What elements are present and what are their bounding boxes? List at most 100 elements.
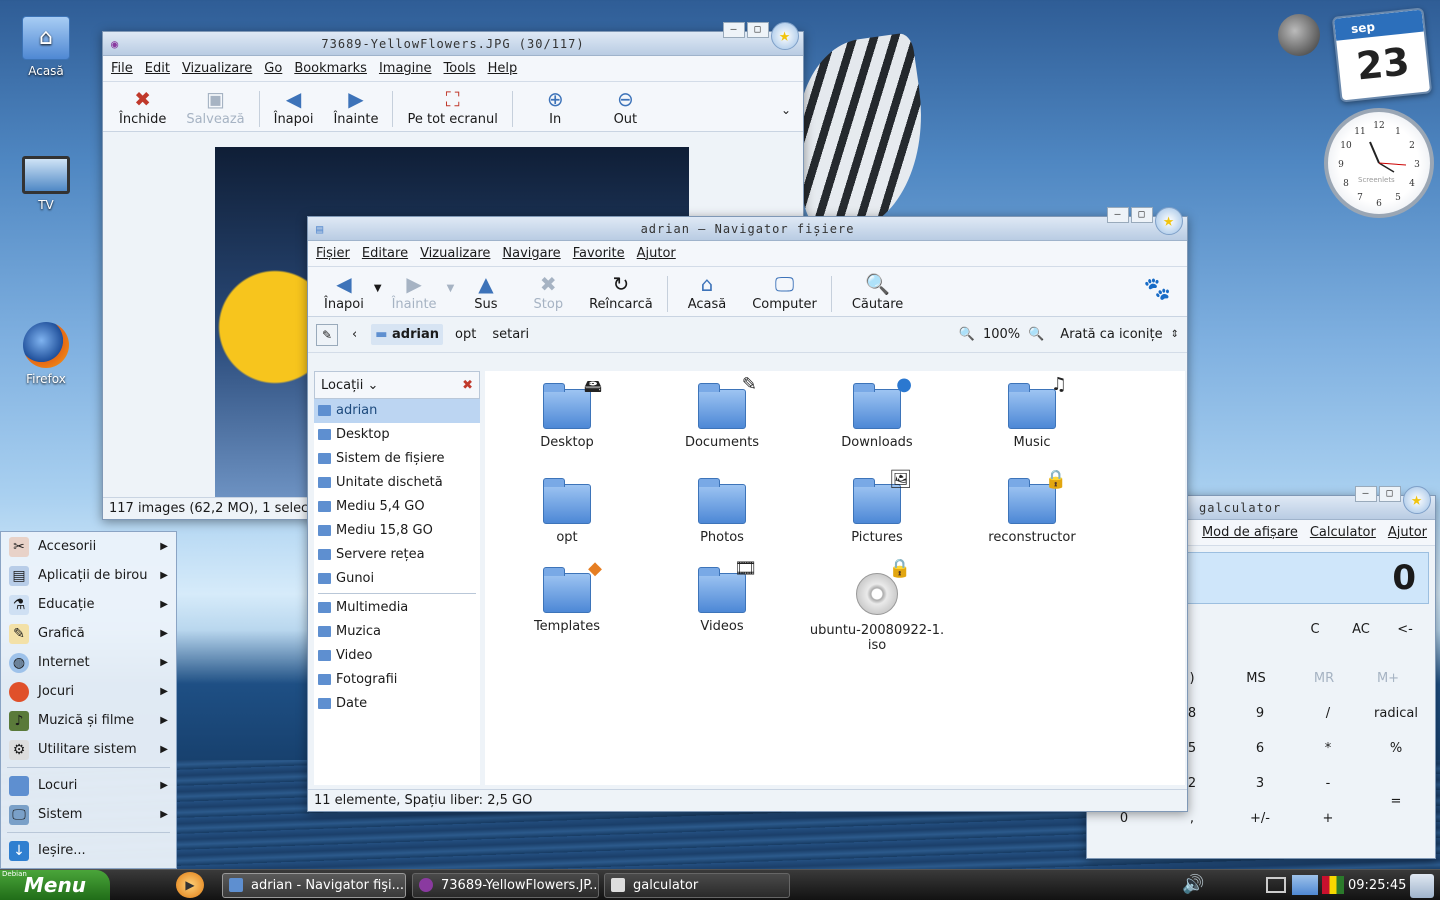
menu-go[interactable]: Go (264, 61, 282, 76)
breadcrumb-opt[interactable]: opt (451, 324, 480, 345)
back-button[interactable]: ◀ Înapoi (264, 86, 324, 127)
sidebar-item-floppy[interactable]: Unitate dischetă (314, 471, 480, 495)
zoom-out-icon[interactable]: 🔍 (959, 327, 975, 342)
menu-item-system-tools[interactable]: ⚙ Utilitare sistem ▶ (1, 735, 176, 764)
menu-help[interactable]: Help (488, 61, 518, 76)
network-icon[interactable] (1266, 877, 1286, 893)
save-button[interactable]: ▣ Salvează (176, 86, 254, 127)
backspace-button[interactable]: <- (1374, 616, 1436, 644)
task-calculator[interactable]: galculator (604, 873, 790, 898)
task-file-manager[interactable]: adrian - Navigator fişi... (222, 873, 406, 898)
desktop-icon-home[interactable]: ⌂ Acasă (6, 16, 86, 78)
menu-item-exit[interactable]: ↓ Ieșire... (1, 836, 176, 865)
volume-icon[interactable]: 🔊 (1182, 874, 1204, 895)
task-image-viewer[interactable]: 73689-YellowFlowers.JP... (412, 873, 599, 898)
percent-button[interactable]: % (1365, 735, 1427, 763)
close-star-button[interactable]: ★ (1155, 207, 1183, 235)
sidebar-item-adrian[interactable]: adrian (314, 399, 480, 423)
menu-item-places[interactable]: Locuri ▶ (1, 771, 176, 800)
desktop-icon-tv[interactable]: TV (6, 156, 86, 212)
sidebar-item-media-5[interactable]: Mediu 5,4 GO (314, 495, 480, 519)
multiply-button[interactable]: * (1297, 735, 1359, 763)
search-button[interactable]: 🔍 Căutare (836, 271, 919, 312)
desktop-switch-icon[interactable] (1292, 875, 1318, 895)
menu-display-mode[interactable]: Mod de afișare (1202, 525, 1298, 540)
menu-go[interactable]: Navigare (502, 246, 560, 261)
menu-view[interactable]: Vizualizare (420, 246, 490, 261)
back-history-dropdown[interactable]: ▼ (374, 283, 382, 312)
close-button[interactable]: ✖ Închide (109, 86, 176, 127)
toggle-location-entry-button[interactable]: ✎ (316, 323, 338, 346)
file-item-opt[interactable]: opt (492, 478, 642, 545)
close-star-button[interactable]: ★ (771, 22, 799, 50)
up-button[interactable]: ▲ Sus (454, 271, 517, 312)
view-mode-select[interactable]: Arată ca iconițe (1060, 327, 1162, 342)
plus-button[interactable]: + (1297, 805, 1359, 833)
menu-edit[interactable]: Edit (145, 61, 170, 76)
file-item-documents[interactable]: ✎ Documents (647, 374, 797, 450)
flag-icon[interactable] (1322, 876, 1344, 894)
minimize-button[interactable]: — (723, 22, 745, 38)
forward-history-dropdown[interactable]: ▼ (447, 283, 455, 312)
menu-edit[interactable]: Editare (362, 246, 408, 261)
sidebar-item-desktop[interactable]: Desktop (314, 423, 480, 447)
menu-item-internet[interactable]: ◍ Internet ▶ (1, 648, 176, 677)
menu-file[interactable]: File (111, 61, 133, 76)
sidebar-item-media-15[interactable]: Mediu 15,8 GO (314, 519, 480, 543)
menu-help[interactable]: Ajutor (1388, 525, 1427, 540)
menu-image[interactable]: Imagine (379, 61, 432, 76)
digit-9-button[interactable]: 9 (1229, 700, 1291, 728)
sidebar-item-trash[interactable]: Gunoi (314, 567, 480, 591)
menu-item-accessories[interactable]: ✂ Accesorii ▶ (1, 532, 176, 561)
breadcrumb-setari[interactable]: setari (488, 324, 533, 345)
file-item-pictures[interactable]: 🖼 Pictures (802, 469, 952, 545)
sidebar-item-date[interactable]: Date (314, 692, 480, 716)
sidebar-item-filesystem[interactable]: Sistem de fișiere (314, 447, 480, 471)
forward-button[interactable]: ▶ Înainte (382, 271, 447, 312)
equals-button[interactable]: = (1365, 788, 1427, 816)
fullscreen-button[interactable]: ⛶ Pe tot ecranul (397, 86, 507, 127)
main-menu-button[interactable]: Debian Menu (0, 870, 110, 900)
file-item-downloads[interactable]: ● Downloads (802, 374, 952, 450)
menu-view[interactable]: Vizualizare (182, 61, 252, 76)
menu-tools[interactable]: Tools (444, 61, 476, 76)
maximize-button[interactable]: □ (747, 22, 769, 38)
file-item-music[interactable]: ♫ Music (957, 374, 1107, 450)
divide-button[interactable]: / (1297, 700, 1359, 728)
calendar-widget[interactable]: sep 23 (1331, 7, 1433, 103)
zoom-out-button[interactable]: ⊖ Out (594, 86, 658, 127)
maximize-button[interactable]: □ (1131, 207, 1153, 223)
digit-6-button[interactable]: 6 (1229, 735, 1291, 763)
radical-button[interactable]: radical (1365, 700, 1427, 728)
minimize-button[interactable]: — (1107, 207, 1129, 223)
memory-store-button[interactable]: MS (1225, 665, 1287, 693)
desktop-icon-firefox[interactable]: Firefox (6, 322, 86, 386)
menu-file[interactable]: Fișier (316, 246, 350, 261)
zoom-in-button[interactable]: ⊕ In (517, 86, 594, 127)
maximize-button[interactable]: □ (1379, 486, 1401, 502)
file-item-ubuntu-iso[interactable]: 🔒 ubuntu-20080922-1. iso (802, 558, 952, 653)
minimize-button[interactable]: — (1355, 486, 1377, 502)
close-star-button[interactable]: ★ (1403, 486, 1431, 514)
memory-recall-button[interactable]: MR (1293, 665, 1355, 693)
close-sidebar-icon[interactable]: ✖ (462, 378, 473, 393)
plus-minus-button[interactable]: +/- (1229, 805, 1291, 833)
menu-bookmarks[interactable]: Favorite (573, 246, 625, 261)
menu-calculator[interactable]: Calculator (1310, 525, 1376, 540)
menu-bookmarks[interactable]: Bookmarks (294, 61, 367, 76)
sidebar-item-network[interactable]: Servere rețea (314, 543, 480, 567)
media-player-icon[interactable]: ▶ (176, 872, 204, 898)
trash-icon[interactable] (1410, 874, 1434, 898)
sidebar-item-multimedia[interactable]: Multimedia (314, 596, 480, 620)
digit-3-button[interactable]: 3 (1229, 770, 1291, 798)
sidebar-item-video[interactable]: Video (314, 644, 480, 668)
home-button[interactable]: ⌂ Acasă (672, 271, 743, 312)
file-item-templates[interactable]: ◆ Templates (492, 558, 642, 634)
taskbar-clock[interactable]: 09:25:45 (1348, 870, 1406, 900)
menu-help[interactable]: Ajutor (637, 246, 676, 261)
file-item-videos[interactable]: 🎞 Videos (647, 558, 797, 634)
breadcrumb-left-arrow[interactable]: ‹ (346, 327, 363, 342)
chevron-down-icon[interactable]: ⌄ (781, 103, 791, 127)
image-viewer-titlebar[interactable]: ◉ 73689-YellowFlowers.JPG (30/117) — □ ★ (103, 22, 803, 56)
sidebar-item-muzica[interactable]: Muzica (314, 620, 480, 644)
